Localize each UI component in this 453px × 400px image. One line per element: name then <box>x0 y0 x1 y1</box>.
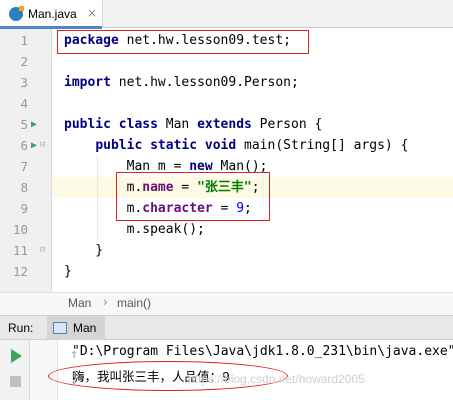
breadcrumb: Man › main() <box>0 292 453 314</box>
line-number: 5 <box>20 117 28 132</box>
highlight-box-package <box>57 30 309 54</box>
java-class-icon <box>9 6 24 21</box>
run-title: Run: <box>8 321 34 335</box>
breadcrumb-separator: › <box>103 295 108 309</box>
editor-tab-bar: Man.java × <box>0 0 453 29</box>
line-number: 9 <box>20 201 28 216</box>
code-line: } <box>64 264 72 279</box>
scroll-toolbar: ↑ ↓ <box>30 340 78 400</box>
fold-icon[interactable]: ⊟ <box>40 240 45 261</box>
line-number: 6 <box>20 138 28 153</box>
run-toolbar <box>0 340 30 400</box>
tab-label: Man.java <box>28 7 77 21</box>
tab-man-java[interactable]: Man.java × <box>0 0 103 29</box>
breadcrumb-class[interactable]: Man <box>68 296 91 310</box>
watermark: https://blog.csdn.net/howard2005 <box>188 372 365 386</box>
line-number: 1 <box>20 33 28 48</box>
fold-icon[interactable]: ⊟ <box>40 135 45 156</box>
line-number: 4 <box>20 96 28 111</box>
run-class-icon[interactable]: ▶ <box>31 114 37 135</box>
line-number-gutter: 1 2 3 4 5 6 7 8 9 10 11 12 ▶ ▶ ⊟ ⊟ <box>0 29 52 292</box>
console-command-line: "D:\Program Files\Java\jdk1.8.0_231\bin\… <box>72 344 453 359</box>
close-icon[interactable]: × <box>87 6 97 20</box>
stop-icon[interactable] <box>9 375 25 391</box>
code-area[interactable]: package net.hw.lesson09.test; import net… <box>52 29 453 292</box>
keyword-import: import <box>64 75 111 90</box>
line-number: 7 <box>20 159 28 174</box>
import-name: net.hw.lesson09.Person <box>118 75 291 90</box>
line-number: 10 <box>12 222 28 237</box>
run-tab-label: Man <box>73 321 97 335</box>
run-method-icon[interactable]: ▶ <box>31 135 37 156</box>
line-number: 8 <box>20 180 28 195</box>
code-line: m.speak(); <box>64 222 205 237</box>
line-number: 3 <box>20 75 28 90</box>
code-line: import net.hw.lesson09.Person; <box>64 75 299 90</box>
line-number: 12 <box>12 264 28 279</box>
code-editor[interactable]: 1 2 3 4 5 6 7 8 9 10 11 12 ▶ ▶ ⊟ ⊟ packa… <box>0 29 453 292</box>
code-line: public static void main(String[] args) { <box>95 138 409 153</box>
line-number: 11 <box>12 243 28 258</box>
line-number: 2 <box>20 54 28 69</box>
run-tool-window-header: Run: Man <box>0 315 453 340</box>
console-icon <box>53 322 67 334</box>
highlight-box-assignments <box>116 172 270 221</box>
breadcrumb-method[interactable]: main() <box>117 296 151 310</box>
rerun-icon[interactable] <box>8 348 24 364</box>
code-line: } <box>64 243 104 258</box>
code-line: public class Man extends Person { <box>64 117 323 132</box>
run-tab-man[interactable]: Man <box>47 316 105 340</box>
